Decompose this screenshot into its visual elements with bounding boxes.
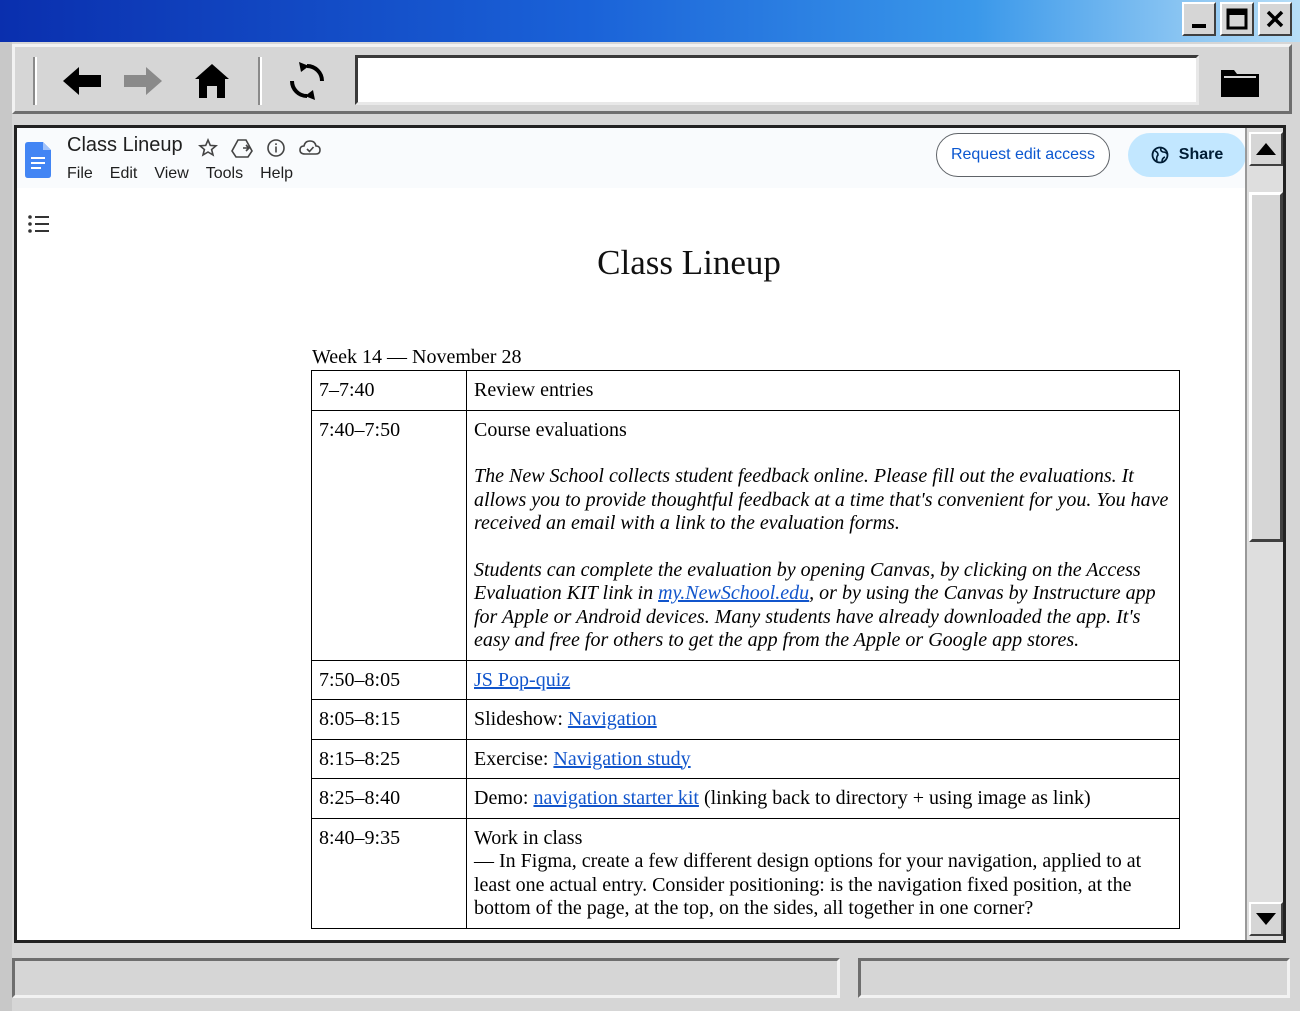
navigation-starter-kit-link[interactable]: navigation starter kit [533, 787, 699, 809]
navigation-study-link[interactable]: Navigation study [553, 748, 690, 770]
vertical-scrollbar[interactable] [1245, 128, 1283, 940]
close-button[interactable] [1258, 2, 1292, 36]
table-row: 7:50–8:05 JS Pop-quiz [311, 659, 1180, 700]
table-row: 7:40–7:50 Course evaluations The New Sch… [311, 409, 1180, 661]
menu-view[interactable]: View [154, 165, 188, 183]
table-row: 7–7:40 Review entries [311, 370, 1180, 411]
activity-prefix: Demo: [474, 787, 534, 809]
activity-cell: Exercise: Navigation study [466, 738, 1180, 779]
time-cell: 7:40–7:50 [311, 409, 467, 661]
back-arrow-icon [63, 67, 101, 95]
time-cell: 7–7:40 [311, 370, 467, 411]
cloud-saved-icon[interactable] [299, 137, 321, 159]
activity-prefix: Exercise: [474, 747, 554, 770]
evaluation-paragraph: The New School collects student feedback… [474, 465, 1169, 534]
schedule-table: 7–7:40 Review entries 7:40–7:50 Course e… [311, 370, 1180, 929]
status-bar-right [858, 958, 1290, 998]
table-row: 8:05–8:15 Slideshow: Navigation [311, 699, 1180, 740]
evaluation-instructions: Students can complete the evaluation by … [474, 559, 1172, 653]
newschool-link[interactable]: my.NewSchool.edu [658, 582, 809, 604]
activity-prefix: Slideshow: [474, 708, 568, 730]
docs-header: Class Lineup File Edit View Tools Help R… [17, 128, 1246, 188]
time-cell: 8:40–9:35 [311, 817, 467, 929]
table-row: 8:25–8:40 Demo: navigation starter kit (… [311, 778, 1180, 819]
activity-cell: Demo: navigation starter kit (linking ba… [466, 778, 1180, 819]
table-row: 8:40–9:35 Work in class — In Figma, crea… [311, 817, 1180, 929]
window-titlebar[interactable] [0, 0, 1300, 42]
activity-suffix: (linking back to directory + using image… [698, 787, 1091, 809]
reload-icon [290, 62, 324, 100]
table-row: 8:15–8:25 Exercise: Navigation study [311, 738, 1180, 779]
js-popquiz-link[interactable]: JS Pop-quiz [474, 669, 570, 691]
minimize-icon [1192, 24, 1206, 28]
reload-button[interactable] [282, 59, 332, 103]
activity-cell: Work in class — In Figma, create a few d… [466, 817, 1180, 929]
activity-cell: Course evaluations The New School collec… [466, 409, 1180, 661]
maximize-button[interactable] [1220, 2, 1254, 36]
move-to-drive-icon[interactable] [231, 137, 253, 159]
close-icon [1266, 10, 1284, 28]
document-outline-icon[interactable] [27, 213, 51, 235]
folder-icon [1221, 70, 1259, 97]
scroll-down-button[interactable] [1249, 902, 1283, 936]
activity-title: Course evaluations [474, 418, 627, 441]
time-cell: 7:50–8:05 [311, 659, 467, 700]
toolbar-separator [258, 57, 262, 105]
navigation-slideshow-link[interactable]: Navigation [568, 708, 657, 730]
toolbar-separator [33, 57, 37, 105]
menu-edit[interactable]: Edit [110, 165, 138, 183]
star-icon[interactable] [197, 137, 219, 159]
menu-file[interactable]: File [67, 165, 93, 183]
menu-tools[interactable]: Tools [206, 165, 243, 183]
triangle-up-icon [1256, 143, 1276, 155]
time-cell: 8:05–8:15 [311, 699, 467, 740]
forward-arrow-icon [124, 67, 162, 95]
back-button[interactable] [57, 59, 107, 103]
activity-title: Work in class [474, 826, 583, 849]
activity-detail: — In Figma, create a few different desig… [474, 850, 1142, 919]
docs-logo-icon[interactable] [25, 142, 51, 178]
document-title[interactable]: Class Lineup [67, 134, 183, 157]
triangle-down-icon [1256, 913, 1276, 925]
address-bar-input[interactable] [355, 55, 1199, 105]
browser-content: Class Lineup File Edit View Tools Help R… [14, 125, 1286, 943]
home-button[interactable] [187, 59, 237, 103]
time-cell: 8:25–8:40 [311, 778, 467, 819]
docs-menu-bar: File Edit View Tools Help [67, 165, 310, 183]
folder-button[interactable] [1215, 59, 1265, 103]
globe-icon [1151, 146, 1169, 164]
share-label: Share [1178, 146, 1224, 163]
forward-button[interactable] [118, 59, 168, 103]
browser-toolbar [12, 44, 1292, 114]
scroll-up-button[interactable] [1249, 132, 1283, 166]
time-cell: 8:15–8:25 [311, 738, 467, 779]
scrollbar-thumb[interactable] [1249, 192, 1283, 542]
details-info-icon[interactable] [265, 137, 287, 159]
status-bar-left [12, 958, 840, 998]
activity-cell: Slideshow: Navigation [466, 699, 1180, 740]
minimize-button[interactable] [1182, 2, 1216, 36]
home-icon [195, 64, 229, 98]
maximize-icon [1226, 8, 1248, 30]
share-button[interactable]: Share [1128, 133, 1246, 177]
week-label: Week 14 — November 28 [312, 346, 522, 368]
activity-cell: JS Pop-quiz [466, 659, 1180, 700]
request-edit-access-button[interactable]: Request edit access [936, 133, 1110, 177]
activity-cell: Review entries [466, 370, 1180, 411]
menu-help[interactable]: Help [260, 165, 293, 183]
document-heading: Class Lineup [597, 243, 781, 282]
